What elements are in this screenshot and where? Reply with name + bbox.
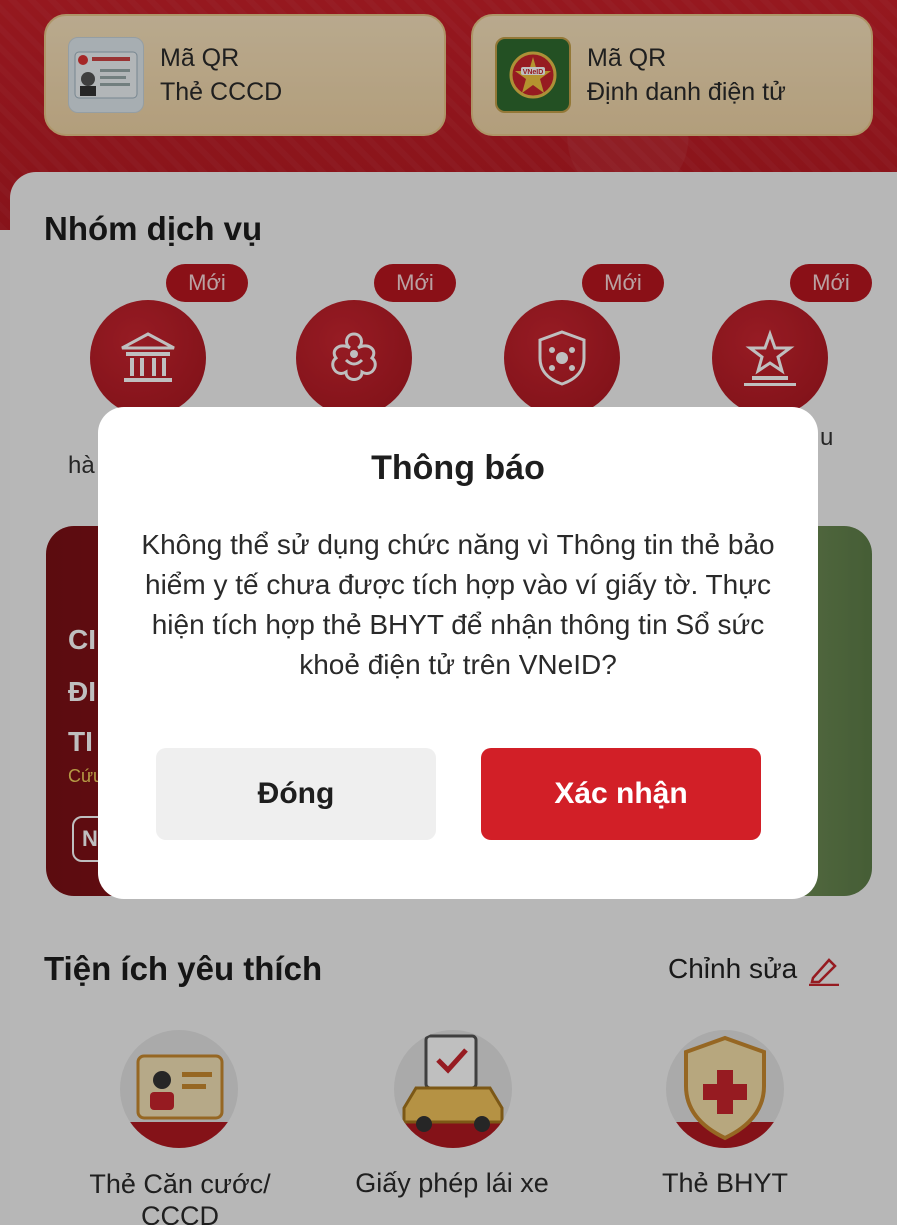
close-button[interactable]: Đóng <box>156 748 436 840</box>
dialog-message: Không thể sử dụng chức năng vì Thông tin… <box>141 529 775 680</box>
confirm-button[interactable]: Xác nhận <box>481 748 761 840</box>
notification-dialog: Thông báo Không thể sử dụng chức năng vì… <box>98 407 818 899</box>
dialog-title: Thông báo <box>371 449 545 487</box>
